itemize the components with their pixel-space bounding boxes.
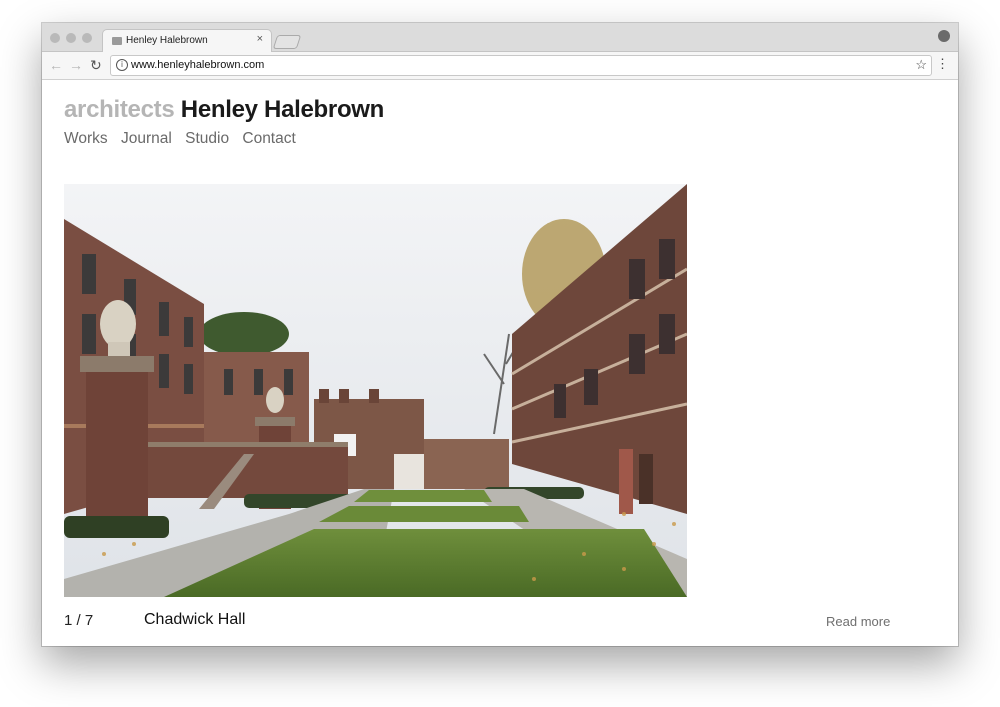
profile-icon[interactable] <box>938 30 950 42</box>
new-tab-button[interactable] <box>272 35 302 49</box>
slide-counter: 1 / 7 <box>64 612 94 629</box>
nav-studio[interactable]: Studio <box>185 130 229 147</box>
browser-toolbar: ← → ↻ i www.henleyhalebrown.com ☆ ⋮ <box>42 52 958 80</box>
page-content: architects Henley Halebrown Works Journa… <box>42 80 958 646</box>
info-icon[interactable]: i <box>116 59 128 71</box>
browser-menu-icon[interactable]: ⋮ <box>936 56 949 72</box>
nav-works[interactable]: Works <box>64 130 108 147</box>
favicon-icon <box>112 37 122 45</box>
tab-title: Henley Halebrown <box>126 35 208 46</box>
site-title-name: Henley Halebrown <box>180 96 385 123</box>
address-bar[interactable]: i www.henleyhalebrown.com ☆ <box>110 55 932 76</box>
minimize-window-button[interactable] <box>66 33 76 43</box>
tab-strip: Henley Halebrown × <box>42 23 958 53</box>
browser-tab[interactable]: Henley Halebrown × <box>102 29 272 53</box>
nav-contact[interactable]: Contact <box>242 130 295 147</box>
url-text[interactable]: www.henleyhalebrown.com <box>131 59 264 71</box>
slide-caption[interactable]: Chadwick Hall <box>144 611 245 629</box>
bookmark-star-icon[interactable]: ☆ <box>915 57 927 73</box>
back-arrow-icon[interactable]: ← <box>49 56 63 74</box>
site-title-prefix: architects <box>64 96 175 123</box>
reload-icon[interactable]: ↻ <box>90 56 102 74</box>
forward-arrow-icon[interactable]: → <box>69 56 83 74</box>
site-nav: Works Journal Studio Contact <box>64 130 305 148</box>
close-window-button[interactable] <box>50 33 60 43</box>
maximize-window-button[interactable] <box>82 33 92 43</box>
browser-window: Henley Halebrown × ← → ↻ i www.henleyhal… <box>42 23 958 646</box>
nav-journal[interactable]: Journal <box>121 130 172 147</box>
slideshow-image[interactable] <box>64 184 687 597</box>
site-title[interactable]: architects Henley Halebrown <box>64 96 384 124</box>
read-more-link[interactable]: Read more <box>826 614 890 629</box>
tab-close-icon[interactable]: × <box>257 33 263 45</box>
